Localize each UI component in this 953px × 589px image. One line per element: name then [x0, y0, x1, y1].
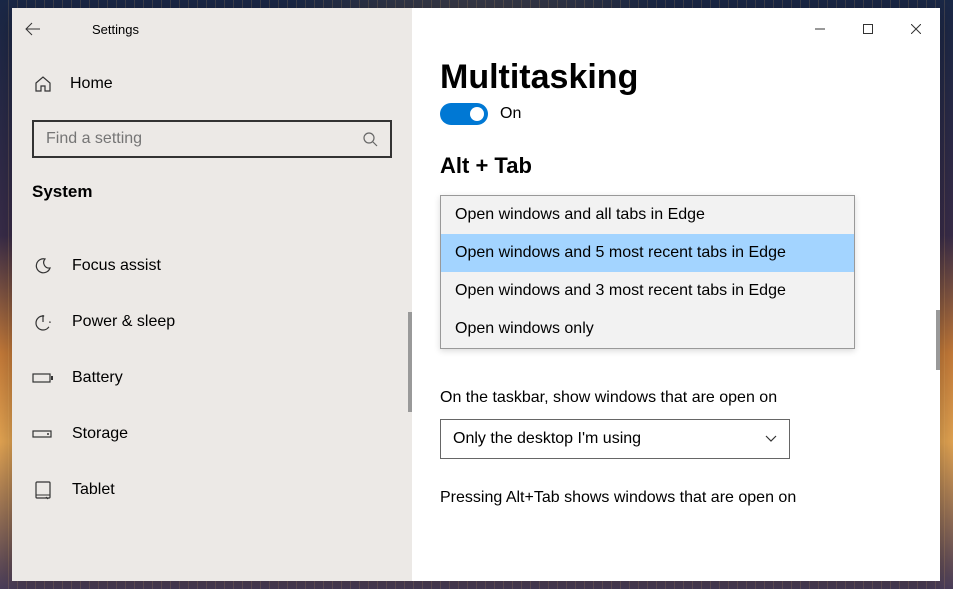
- sidebar-item-label: Focus assist: [72, 257, 161, 275]
- toggle-switch[interactable]: [440, 103, 488, 125]
- nav-home-label: Home: [70, 75, 113, 93]
- content-area: Multitasking On Alt + Tab Open windows a…: [412, 50, 940, 581]
- sidebar: Home System Focus assist: [12, 50, 412, 581]
- search-icon: [350, 131, 390, 147]
- alttab-heading: Alt + Tab: [440, 153, 912, 179]
- minimize-button[interactable]: [796, 13, 844, 45]
- toggle-knob: [470, 107, 484, 121]
- close-icon: [911, 24, 921, 34]
- window-title: Settings: [92, 22, 139, 37]
- dropdown-option[interactable]: Open windows and 3 most recent tabs in E…: [441, 272, 854, 310]
- sidebar-item-battery[interactable]: Battery: [12, 350, 412, 406]
- sidebar-category: System: [12, 170, 412, 220]
- toggle-label: On: [500, 105, 521, 123]
- page-title: Multitasking: [440, 58, 912, 97]
- storage-icon: [32, 423, 54, 445]
- nav-home[interactable]: Home: [12, 58, 412, 110]
- dropdown-option[interactable]: Open windows and all tabs in Edge: [441, 196, 854, 234]
- titlebar: Settings: [12, 8, 940, 50]
- alttab-desktop-label: Pressing Alt+Tab shows windows that are …: [440, 489, 912, 507]
- moon-icon: [32, 255, 54, 277]
- taskbar-select[interactable]: Only the desktop I'm using: [440, 419, 790, 459]
- settings-window: Settings Home: [12, 8, 940, 581]
- search-box[interactable]: [32, 120, 392, 158]
- sidebar-item-label: Power & sleep: [72, 313, 175, 331]
- sidebar-item-tablet[interactable]: Tablet: [12, 462, 412, 518]
- alttab-dropdown[interactable]: Open windows and all tabs in Edge Open w…: [440, 195, 855, 349]
- home-icon: [32, 73, 54, 95]
- sidebar-item-power-sleep[interactable]: Power & sleep: [12, 294, 412, 350]
- back-arrow-icon: [25, 21, 41, 37]
- search-input[interactable]: [34, 130, 350, 148]
- sidebar-item-label: Tablet: [72, 481, 115, 499]
- back-button[interactable]: [12, 8, 54, 50]
- content-scrollbar[interactable]: [936, 310, 940, 370]
- minimize-icon: [815, 24, 825, 34]
- chevron-down-icon: [765, 435, 777, 443]
- taskbar-label: On the taskbar, show windows that are op…: [440, 389, 912, 407]
- maximize-icon: [863, 24, 873, 34]
- close-button[interactable]: [892, 13, 940, 45]
- select-value: Only the desktop I'm using: [453, 430, 641, 448]
- sidebar-item-label: Battery: [72, 369, 123, 387]
- sidebar-item-focus-assist[interactable]: Focus assist: [12, 238, 412, 294]
- power-icon: [32, 311, 54, 333]
- maximize-button[interactable]: [844, 13, 892, 45]
- dropdown-option[interactable]: Open windows only: [441, 310, 854, 348]
- dropdown-option[interactable]: Open windows and 5 most recent tabs in E…: [441, 234, 854, 272]
- tablet-icon: [32, 479, 54, 501]
- sidebar-item-storage[interactable]: Storage: [12, 406, 412, 462]
- sidebar-item-label: Storage: [72, 425, 128, 443]
- battery-icon: [32, 367, 54, 389]
